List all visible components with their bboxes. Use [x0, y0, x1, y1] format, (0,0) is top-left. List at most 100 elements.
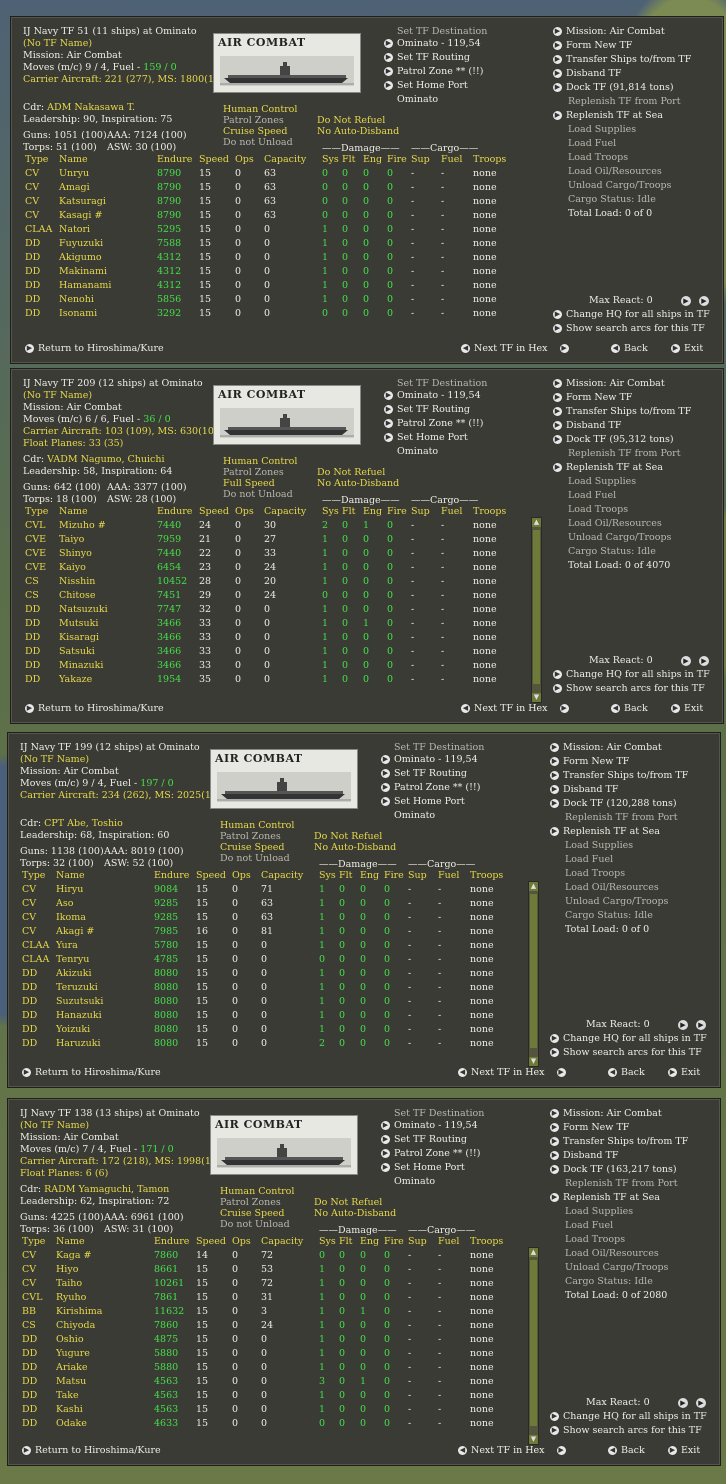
ship-list-scrollbar[interactable]: ▲ ▼ — [528, 881, 539, 1067]
back-button[interactable]: ◀ Back — [608, 1067, 645, 1079]
column-header[interactable]: Sys — [322, 506, 339, 518]
column-header[interactable]: Troops — [473, 154, 506, 166]
right-menu-item[interactable]: ▶ Form New TF — [553, 392, 632, 404]
no-auto-disband-toggle[interactable]: No Auto-Disband — [314, 842, 396, 854]
change-hq-button[interactable]: ▶ Change HQ for all ships in TF — [553, 669, 710, 681]
return-button[interactable]: ▶ Return to Hiroshima/Kure — [25, 703, 164, 715]
column-header[interactable]: Ops — [235, 506, 254, 518]
ship-name[interactable]: Akizuki — [56, 968, 92, 980]
next-tf-button[interactable]: ◀ Next TF in Hex ▶ — [461, 343, 573, 355]
ship-name[interactable]: Mizuho # — [59, 520, 106, 532]
no-auto-disband-toggle[interactable]: No Auto-Disband — [314, 1208, 396, 1220]
ship-name[interactable]: Tenryu — [56, 954, 89, 966]
ship-name[interactable]: Isonami — [59, 308, 97, 320]
unload-toggle[interactable]: Do not Unload — [220, 1219, 290, 1231]
ship-name[interactable]: Akigumo — [59, 252, 102, 264]
show-search-arcs-button[interactable]: ▶ Show search arcs for this TF — [553, 323, 705, 335]
next-tf-button[interactable]: ◀ Next TF in Hex ▶ — [458, 1445, 570, 1457]
ship-name[interactable]: Mutsuki — [59, 618, 98, 630]
right-menu-item[interactable]: ▶ Replenish TF at Sea — [550, 1192, 660, 1204]
column-header[interactable]: Name — [56, 1236, 85, 1248]
tf-name[interactable]: (No TF Name) — [20, 754, 89, 766]
tf-name[interactable]: (No TF Name) — [20, 1120, 89, 1132]
ship-name[interactable]: Nisshin — [59, 576, 95, 588]
back-button[interactable]: ◀ Back — [611, 703, 648, 715]
column-header[interactable]: Endure — [154, 870, 189, 882]
ship-name[interactable]: Yoizuki — [56, 1024, 90, 1036]
return-button[interactable]: ▶ Return to Hiroshima/Kure — [22, 1445, 161, 1457]
column-header[interactable]: Fire — [387, 506, 407, 518]
right-menu-item[interactable]: ▶ Replenish TF at Sea — [550, 826, 660, 838]
destination-button[interactable]: ▶ Ominato - 119,54 — [384, 38, 481, 50]
right-menu-item[interactable]: ▶ Transfer Ships to/from TF — [553, 54, 691, 66]
react-decrease-icon[interactable]: ▶ — [678, 1398, 688, 1408]
column-header[interactable]: Sys — [319, 1236, 336, 1248]
column-header[interactable]: Eng — [363, 154, 382, 166]
column-header[interactable]: Fuel — [438, 1236, 459, 1248]
column-header[interactable]: Fuel — [441, 154, 462, 166]
column-header[interactable]: Capacity — [261, 870, 303, 882]
ship-name[interactable]: Teruzuki — [56, 982, 98, 994]
ship-name[interactable]: Kasagi # — [59, 210, 102, 222]
ship-name[interactable]: Ikoma — [56, 912, 86, 924]
no-auto-disband-toggle[interactable]: No Auto-Disband — [317, 478, 399, 490]
ship-name[interactable]: Oshio — [56, 1334, 84, 1346]
set-routing-button[interactable]: ▶ Set TF Routing — [381, 1134, 467, 1146]
unload-toggle[interactable]: Do not Unload — [223, 489, 293, 501]
exit-button[interactable]: ▶ Exit — [671, 703, 703, 715]
set-routing-button[interactable]: ▶ Set TF Routing — [384, 52, 470, 64]
column-header[interactable]: Troops — [470, 870, 503, 882]
column-header[interactable]: Troops — [473, 506, 506, 518]
no-auto-disband-toggle[interactable]: No Auto-Disband — [317, 126, 399, 138]
ship-name[interactable]: Taiho — [56, 1278, 82, 1290]
return-button[interactable]: ▶ Return to Hiroshima/Kure — [22, 1067, 161, 1079]
column-header[interactable]: Capacity — [264, 506, 306, 518]
right-menu-item[interactable]: ▶ Transfer Ships to/from TF — [550, 770, 688, 782]
scroll-thumb[interactable] — [530, 1260, 537, 1426]
right-menu-item[interactable]: ▶ Disband TF — [553, 420, 621, 432]
ship-name[interactable]: Natori — [59, 224, 90, 236]
ship-name[interactable]: Yugure — [56, 1348, 90, 1360]
scroll-thumb[interactable] — [530, 894, 537, 1048]
set-routing-button[interactable]: ▶ Set TF Routing — [381, 768, 467, 780]
column-header[interactable]: Type — [22, 870, 45, 882]
ship-name[interactable]: Chitose — [59, 590, 95, 602]
column-header[interactable]: Flt — [342, 506, 355, 518]
right-menu-item[interactable]: ▶ Disband TF — [550, 784, 618, 796]
column-header[interactable]: Sup — [411, 154, 430, 166]
commander-name[interactable]: VADM Nagumo, Chuichi — [47, 454, 164, 465]
ship-name[interactable]: Amagi — [59, 182, 90, 194]
ship-list-scrollbar[interactable]: ▲ ▼ — [528, 1247, 539, 1445]
next-tf-button[interactable]: ◀ Next TF in Hex ▶ — [458, 1067, 570, 1079]
show-search-arcs-button[interactable]: ▶ Show search arcs for this TF — [550, 1047, 702, 1059]
column-header[interactable]: Type — [25, 506, 48, 518]
show-search-arcs-button[interactable]: ▶ Show search arcs for this TF — [550, 1425, 702, 1437]
react-increase-icon[interactable]: ▶ — [696, 1020, 706, 1030]
column-header[interactable]: Capacity — [264, 154, 306, 166]
ship-name[interactable]: Yura — [56, 940, 78, 952]
react-increase-icon[interactable]: ▶ — [696, 1398, 706, 1408]
change-hq-button[interactable]: ▶ Change HQ for all ships in TF — [550, 1411, 707, 1423]
column-header[interactable]: Fire — [387, 154, 407, 166]
ship-name[interactable]: Minazuki — [59, 660, 103, 672]
ship-name[interactable]: Aso — [56, 898, 73, 910]
ship-name[interactable]: Hiyo — [56, 1264, 78, 1276]
column-header[interactable]: Ops — [235, 154, 254, 166]
right-menu-item[interactable]: ▶ Dock TF (120,288 tons) — [550, 798, 677, 810]
right-menu-item[interactable]: ▶ Mission: Air Combat — [553, 378, 665, 390]
patrol-zone-button[interactable]: ▶ Patrol Zone ** (!!) — [384, 66, 483, 78]
unload-toggle[interactable]: Do not Unload — [223, 137, 293, 149]
column-header[interactable]: Speed — [199, 506, 229, 518]
destination-button[interactable]: ▶ Ominato - 119,54 — [381, 754, 478, 766]
commander-name[interactable]: CPT Abe, Toshio — [44, 818, 123, 829]
right-menu-item[interactable]: ▶ Mission: Air Combat — [550, 1108, 662, 1120]
react-decrease-icon[interactable]: ▶ — [678, 1020, 688, 1030]
exit-button[interactable]: ▶ Exit — [668, 1445, 700, 1457]
right-menu-item[interactable]: ▶ Transfer Ships to/from TF — [553, 406, 691, 418]
ship-name[interactable]: Hiryu — [56, 884, 83, 896]
patrol-zone-button[interactable]: ▶ Patrol Zone ** (!!) — [384, 418, 483, 430]
react-increase-icon[interactable]: ▶ — [699, 296, 709, 306]
column-header[interactable]: Sup — [408, 1236, 427, 1248]
ship-name[interactable]: Katsuragi — [59, 196, 106, 208]
right-menu-item[interactable]: ▶ Mission: Air Combat — [550, 742, 662, 754]
